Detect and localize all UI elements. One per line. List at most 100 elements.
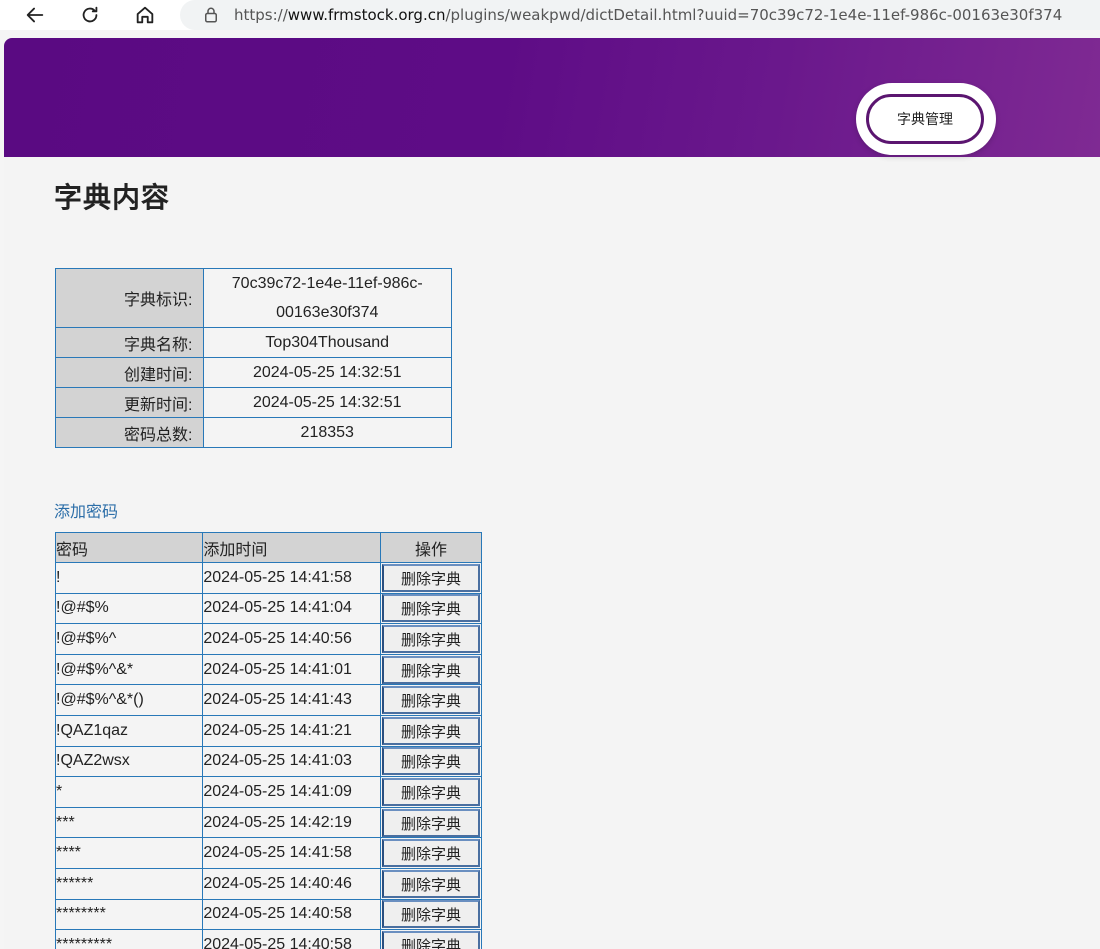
table-row: !@#$%^ 2024-05-25 14:40:56 删除字典	[54, 623, 482, 655]
time-cell: 2024-05-25 14:42:19	[202, 806, 381, 839]
action-cell: 删除字典	[380, 562, 482, 594]
action-cell: 删除字典	[380, 745, 482, 778]
home-button[interactable]	[132, 2, 158, 28]
browser-toolbar: https://www.frmstock.org.cn/plugins/weak…	[0, 0, 1100, 30]
table-row: ! 2024-05-25 14:41:58 删除字典	[54, 562, 482, 594]
page-title: 字典内容	[54, 181, 171, 214]
delete-button[interactable]: 删除字典	[382, 686, 480, 715]
delete-button[interactable]: 删除字典	[382, 777, 480, 806]
table-row: !@#$%^&*() 2024-05-25 14:41:43 删除字典	[54, 684, 482, 716]
password-cell: ********	[54, 898, 204, 931]
time-cell: 2024-05-25 14:41:58	[202, 837, 381, 869]
action-cell: 删除字典	[380, 623, 482, 655]
delete-button[interactable]: 删除字典	[382, 869, 480, 898]
password-cell: *	[54, 776, 204, 808]
info-value-count: 218353	[202, 417, 452, 448]
time-cell: 2024-05-25 14:40:46	[202, 867, 381, 900]
password-cell: !QAZ1qaz	[54, 714, 204, 747]
nav-pill-container: 字典管理	[856, 83, 996, 155]
reload-button[interactable]	[77, 2, 103, 28]
info-row-name: 字典名称: Top304Thousand	[55, 327, 452, 358]
table-row: ****** 2024-05-25 14:40:46 删除字典	[54, 867, 482, 900]
table-header-row: 密码 添加时间 操作	[54, 532, 482, 563]
address-bar[interactable]: https://www.frmstock.org.cn/plugins/weak…	[180, 0, 1100, 30]
password-cell: !@#$%^	[54, 623, 204, 655]
info-row-updated: 更新时间: 2024-05-25 14:32:51	[55, 387, 452, 418]
time-cell: 2024-05-25 14:41:21	[202, 714, 381, 747]
action-cell: 删除字典	[380, 653, 482, 686]
delete-button[interactable]: 删除字典	[382, 747, 480, 776]
info-row-id: 字典标识: 70c39c72-1e4e-11ef-986c-00163e30f3…	[55, 268, 452, 328]
info-label: 创建时间:	[55, 357, 204, 388]
time-cell: 2024-05-25 14:41:04	[202, 592, 381, 625]
delete-button[interactable]: 删除字典	[382, 839, 480, 868]
time-cell: 2024-05-25 14:40:56	[202, 623, 381, 655]
password-cell: ***	[54, 806, 204, 839]
table-row: !@#$% 2024-05-25 14:41:04 删除字典	[54, 592, 482, 625]
url-text: https://www.frmstock.org.cn/plugins/weak…	[234, 6, 1062, 24]
table-row: !QAZ2wsx 2024-05-25 14:41:03 删除字典	[54, 745, 482, 778]
info-label: 字典名称:	[55, 327, 204, 358]
back-button[interactable]	[22, 2, 48, 28]
delete-button[interactable]: 删除字典	[382, 716, 480, 745]
action-cell: 删除字典	[380, 898, 482, 931]
time-cell: 2024-05-25 14:41:01	[202, 653, 381, 686]
lock-icon	[205, 7, 217, 23]
delete-button[interactable]: 删除字典	[382, 900, 480, 929]
password-cell: !@#$%	[54, 592, 204, 625]
password-table-body: ! 2024-05-25 14:41:58 删除字典 !@#$% 2024-05-25 …	[54, 562, 482, 949]
action-cell: 删除字典	[380, 684, 482, 716]
time-cell: 2024-05-25 14:41:09	[202, 776, 381, 808]
column-header-password: 密码	[54, 532, 204, 563]
time-cell: 2024-05-25 14:41:03	[202, 745, 381, 778]
password-cell: *********	[54, 929, 204, 949]
delete-button[interactable]: 删除字典	[382, 563, 480, 592]
table-row: ********* 2024-05-25 14:40:58 删除字典	[54, 929, 482, 949]
home-icon	[136, 6, 154, 24]
add-password-link[interactable]: 添加密码	[54, 498, 118, 522]
time-cell: 2024-05-25 14:40:58	[202, 929, 381, 949]
action-cell: 删除字典	[380, 776, 482, 808]
table-row: **** 2024-05-25 14:41:58 删除字典	[54, 837, 482, 869]
info-row-created: 创建时间: 2024-05-25 14:32:51	[55, 357, 452, 388]
table-row: * 2024-05-25 14:41:09 删除字典	[54, 776, 482, 808]
action-cell: 删除字典	[380, 806, 482, 839]
delete-button[interactable]: 删除字典	[382, 594, 480, 623]
arrow-left-icon	[26, 7, 44, 23]
password-cell: ****	[54, 837, 204, 869]
table-row: !QAZ1qaz 2024-05-25 14:41:21 删除字典	[54, 714, 482, 747]
info-label: 更新时间:	[55, 387, 204, 418]
delete-button[interactable]: 删除字典	[382, 930, 480, 949]
password-cell: !@#$%^&*()	[54, 684, 204, 716]
action-cell: 删除字典	[380, 929, 482, 949]
table-row: !@#$%^&* 2024-05-25 14:41:01 删除字典	[54, 653, 482, 686]
info-value-created: 2024-05-25 14:32:51	[202, 357, 452, 388]
password-cell: ******	[54, 867, 204, 900]
url-prefix: https://	[234, 6, 288, 24]
action-cell: 删除字典	[380, 867, 482, 900]
table-row: ******** 2024-05-25 14:40:58 删除字典	[54, 898, 482, 931]
info-row-count: 密码总数: 218353	[55, 417, 452, 448]
column-header-time: 添加时间	[202, 532, 381, 563]
page-content: 字典管理 字典内容 字典标识: 70c39c72-1e4e-11ef-986c-…	[4, 38, 1100, 949]
delete-button[interactable]: 删除字典	[382, 808, 480, 837]
info-label: 字典标识:	[55, 268, 204, 328]
reload-icon	[82, 6, 98, 23]
action-cell: 删除字典	[380, 714, 482, 747]
password-cell: !@#$%^&*	[54, 653, 204, 686]
password-table: 密码 添加时间 操作 ! 2024-05-25 14:41:58 删除字典 !@#$%…	[54, 532, 482, 949]
action-cell: 删除字典	[380, 592, 482, 625]
action-cell: 删除字典	[380, 837, 482, 869]
url-path: /plugins/weakpwd/dictDetail.html?uuid=70…	[445, 6, 1063, 24]
dict-manage-button[interactable]: 字典管理	[866, 94, 984, 144]
password-cell: !QAZ2wsx	[54, 745, 204, 778]
info-value-id: 70c39c72-1e4e-11ef-986c-00163e30f374	[202, 268, 452, 328]
password-cell: !	[54, 562, 204, 594]
delete-button[interactable]: 删除字典	[382, 624, 480, 653]
info-value-name: Top304Thousand	[202, 327, 452, 358]
delete-button[interactable]: 删除字典	[382, 655, 480, 684]
table-row: *** 2024-05-25 14:42:19 删除字典	[54, 806, 482, 839]
column-header-action: 操作	[380, 532, 482, 563]
info-label: 密码总数:	[55, 417, 204, 448]
time-cell: 2024-05-25 14:41:58	[202, 562, 381, 594]
